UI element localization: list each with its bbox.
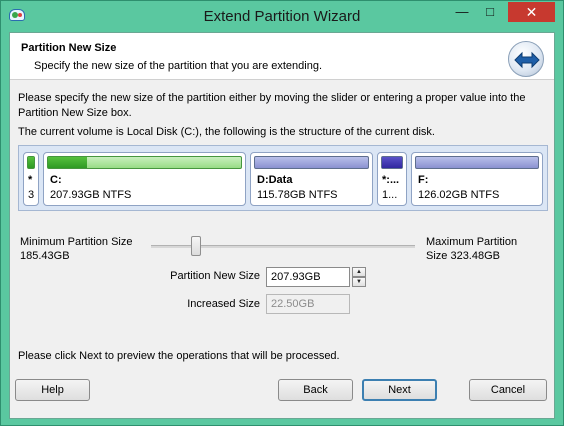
increased-size-field: 22.50GB: [266, 294, 350, 314]
extend-arrows-icon: [508, 41, 544, 77]
partition-label: *: [28, 174, 33, 186]
back-button[interactable]: Back: [278, 379, 353, 401]
next-button[interactable]: Next: [362, 379, 437, 401]
wizard-header: Partition New Size Specify the new size …: [10, 33, 554, 80]
maximize-button[interactable]: □: [477, 2, 503, 22]
disk-map: * 3 C: 207.93GB NTFS D:Data 115.78GB NTF…: [18, 145, 548, 211]
partition-label: *:...: [382, 174, 400, 186]
wizard-window: Extend Partition Wizard — □ ✕ Partition …: [0, 0, 564, 426]
partition-label: F:: [418, 174, 429, 186]
partition-size: 3: [28, 189, 35, 201]
spin-up-icon[interactable]: ▲: [352, 267, 366, 277]
used-space-bar: [28, 157, 34, 168]
new-size-input[interactable]: 207.93GB: [266, 267, 350, 287]
partition-label: C:: [50, 174, 62, 186]
title-bar[interactable]: Extend Partition Wizard — □ ✕: [1, 1, 563, 32]
wizard-body: Partition New Size Specify the new size …: [9, 32, 555, 419]
page-title: Partition New Size: [21, 42, 117, 54]
max-size-label: Maximum Partition: [426, 236, 518, 248]
footer-note: Please click Next to preview the operati…: [18, 350, 340, 362]
min-size-value: 185.43GB: [20, 250, 70, 262]
minimize-button[interactable]: —: [449, 2, 475, 22]
help-button[interactable]: Help: [15, 379, 90, 401]
new-size-stepper[interactable]: ▲ ▼: [352, 267, 366, 287]
cancel-button[interactable]: Cancel: [469, 379, 547, 401]
max-size-value: Size 323.48GB: [426, 250, 500, 262]
partition-block-f[interactable]: F: 126.02GB NTFS: [411, 152, 543, 206]
used-space-bar: [254, 156, 369, 169]
instruction-text: Please specify the new size of the parti…: [18, 92, 526, 119]
partition-label: D:Data: [257, 174, 293, 186]
partition-block[interactable]: *:... 1...: [377, 152, 407, 206]
page-subtitle: Specify the new size of the partition th…: [34, 60, 323, 72]
partition-block-c[interactable]: C: 207.93GB NTFS: [43, 152, 246, 206]
used-space-bar: [48, 157, 87, 168]
partition-size: 1...: [382, 189, 398, 201]
partition-block-d[interactable]: D:Data 115.78GB NTFS: [250, 152, 373, 206]
size-slider-thumb[interactable]: [191, 236, 201, 256]
close-button[interactable]: ✕: [508, 2, 555, 22]
spin-down-icon[interactable]: ▼: [352, 277, 366, 287]
min-size-label: Minimum Partition Size: [20, 236, 133, 248]
partition-block[interactable]: * 3: [23, 152, 39, 206]
partition-size: 207.93GB NTFS: [50, 189, 132, 201]
partition-size: 115.78GB NTFS: [257, 189, 338, 201]
disk-structure-text: The current volume is Local Disk (C:), t…: [18, 126, 435, 138]
used-space-bar: [382, 157, 402, 168]
increased-size-label: Increased Size: [187, 298, 260, 310]
partition-size: 126.02GB NTFS: [418, 189, 500, 201]
used-space-bar: [415, 156, 539, 169]
new-size-label: Partition New Size: [170, 270, 260, 282]
